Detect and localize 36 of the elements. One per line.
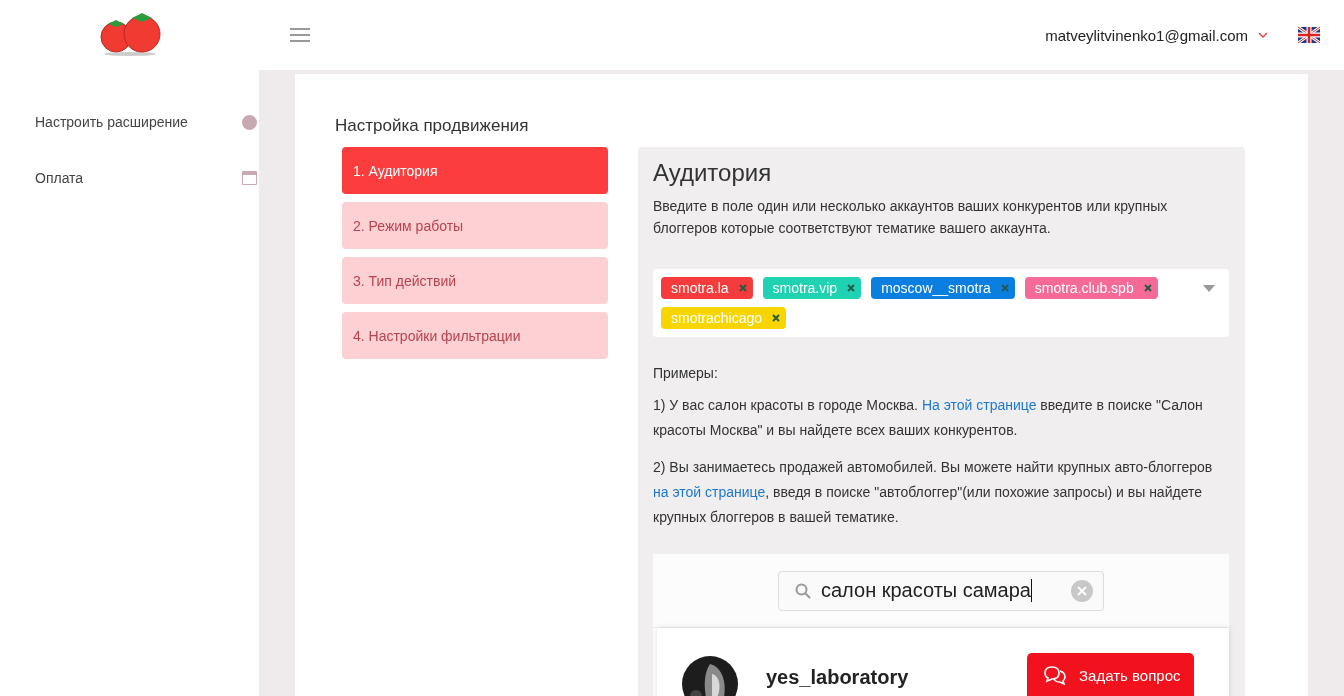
panel-title: Аудитория — [653, 159, 773, 187]
page-link[interactable]: На этой странице — [921, 397, 1037, 413]
tag: smotra.vip — [762, 277, 862, 299]
dropdown-icon[interactable] — [1203, 285, 1215, 292]
clear-icon[interactable] — [1071, 579, 1093, 602]
tag: smotra.la — [661, 277, 753, 299]
tags-field[interactable]: smotra.la smotra.vip moscow__smotra smotra.club.spb smotrachicago — [653, 269, 1229, 337]
sidebar-item[interactable]: Настроить расширение — [35, 114, 188, 130]
page-title: Настройка продвижения — [335, 116, 530, 136]
tag: smotrachicago — [661, 307, 787, 329]
tag: moscow__smotra — [871, 277, 1015, 299]
search-field[interactable]: салон красоты самара — [778, 570, 1104, 611]
search-icon — [795, 582, 811, 599]
search-value: салон красоты самара — [821, 579, 1032, 602]
sidebar-item[interactable]: Оплата — [35, 170, 84, 186]
step-tab[interactable]: 4. Настройки фильтрации — [342, 312, 608, 359]
chat-icon — [1043, 665, 1067, 685]
remove-icon[interactable] — [772, 314, 781, 322]
step-tab[interactable]: 2. Режим работы — [342, 202, 608, 249]
username[interactable]: yes_laboratory — [766, 666, 909, 689]
caret-icon[interactable] — [1258, 32, 1268, 38]
example-text: 1) У вас салон красоты в городе Москва. На этой странице введите в поиске "Салон красоты Москва" и вы найдете всех ваших конкурентов. — [653, 396, 1204, 440]
remove-icon[interactable] — [847, 284, 856, 292]
page-link[interactable]: на этой странице — [653, 484, 766, 500]
step-tab[interactable]: 1. Аудитория — [342, 147, 608, 194]
flag-icon[interactable] — [1298, 27, 1320, 43]
step-tab[interactable]: 3. Тип действий — [342, 257, 608, 304]
menu-icon[interactable] — [290, 28, 310, 42]
example-text: 2) Вы занимаетесь продажей автомобилей. Вы можете найти крупных авто-блоггеров на этой странице, введя в поиске "автоблоггер"(или похожие запросы) и вы найдете крупных блоггеров в вашей тематике. — [653, 458, 1214, 527]
ask-question-button[interactable]: Задать вопрос — [1027, 653, 1194, 696]
remove-icon[interactable] — [1143, 284, 1152, 292]
examples-heading: Примеры: — [653, 365, 719, 381]
description-text: Введите в поле один или несколько аккаунтов ваших конкурентов или крупных блоггеров которые соответствуют тематике вашего аккаунта. — [653, 197, 1169, 238]
dot-icon — [242, 114, 257, 130]
account-email[interactable]: matveylitvinenko1@gmail.com — [1045, 26, 1248, 44]
tag: smotra.club.spb — [1024, 277, 1158, 299]
